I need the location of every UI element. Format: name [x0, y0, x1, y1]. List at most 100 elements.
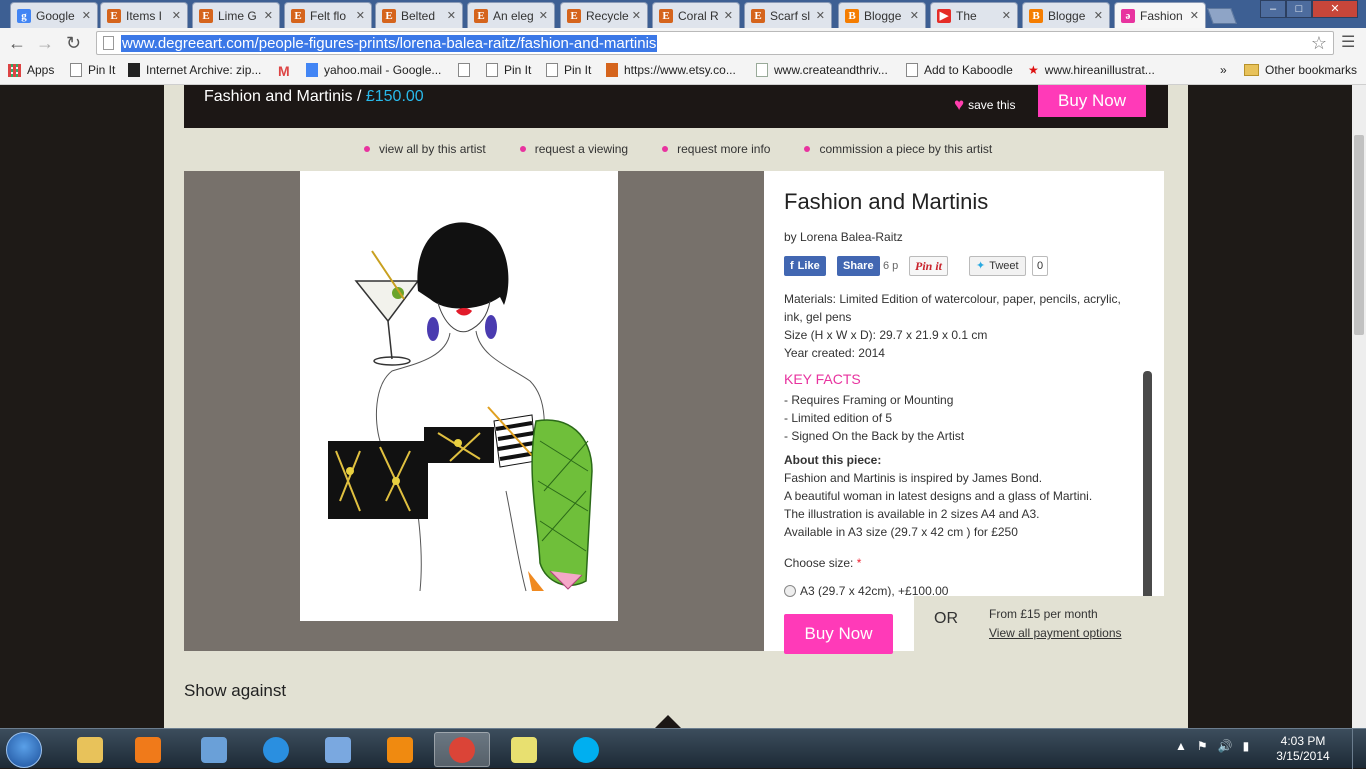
facebook-share-button[interactable]: Share: [837, 256, 880, 276]
browser-tab[interactable]: ə Fashion ✕: [1114, 2, 1206, 28]
view-all-by-artist-link[interactable]: view all by this artist: [364, 142, 486, 156]
browser-tab[interactable]: E Coral R ✕: [652, 2, 740, 28]
forward-icon[interactable]: →: [36, 32, 54, 54]
browser-tab[interactable]: B Blogge ✕: [838, 2, 926, 28]
close-tab-icon[interactable]: ✕: [447, 9, 456, 22]
network-signal-icon[interactable]: ▮: [1243, 739, 1250, 753]
browser-tab[interactable]: E Belted ✕: [375, 2, 463, 28]
other-bookmarks[interactable]: Other bookmarks: [1244, 63, 1357, 77]
product-header-bar: Fashion and Martinis / £150.00 ♥ save thi…: [184, 85, 1168, 128]
browser-tab[interactable]: E Scarf sl ✕: [744, 2, 832, 28]
taskbar-app-chrome[interactable]: [434, 732, 490, 767]
view-payment-options-link[interactable]: View all payment options: [989, 626, 1122, 640]
volume-icon[interactable]: 🔊: [1218, 739, 1233, 753]
monthly-price-text: From £15 per month: [989, 607, 1098, 621]
taskbar-app-skype[interactable]: [558, 732, 614, 767]
scrollbar-thumb[interactable]: [1354, 135, 1364, 335]
facebook-like-button[interactable]: f Like: [784, 256, 826, 276]
close-tab-icon[interactable]: ✕: [816, 9, 825, 22]
close-tab-icon[interactable]: ✕: [724, 9, 733, 22]
clock[interactable]: 4:03 PM 3/15/2014: [1270, 734, 1336, 764]
action-center-icon[interactable]: ⚑: [1197, 739, 1208, 753]
close-tab-icon[interactable]: ✕: [910, 9, 919, 22]
taskbar-app-internet-explorer[interactable]: [248, 732, 304, 767]
artwork-image[interactable]: [300, 171, 618, 621]
close-window-button[interactable]: ✕: [1312, 0, 1358, 18]
show-desktop-button[interactable]: [1352, 729, 1366, 769]
close-tab-icon[interactable]: ✕: [632, 9, 641, 22]
buy-now-button[interactable]: Buy Now: [784, 614, 893, 654]
buy-now-header-button[interactable]: Buy Now: [1038, 85, 1146, 117]
materials-text: Materials: Limited Edition of watercolou…: [784, 292, 1121, 324]
browser-tab[interactable]: B Blogge ✕: [1022, 2, 1110, 28]
browser-tab[interactable]: E Lime G ✕: [192, 2, 280, 28]
close-tab-icon[interactable]: ✕: [1190, 9, 1199, 22]
browser-tab[interactable]: E Recycle ✕: [560, 2, 648, 28]
maximize-button[interactable]: □: [1286, 0, 1312, 18]
request-viewing-link[interactable]: request a viewing: [519, 142, 628, 156]
etsy-icon: E: [199, 8, 213, 23]
etsy-icon: E: [567, 8, 581, 23]
close-tab-icon[interactable]: ✕: [1002, 9, 1011, 22]
browser-tab[interactable]: E An eleg ✕: [467, 2, 555, 28]
file-explorer-icon: [77, 736, 103, 763]
menu-icon[interactable]: ☰: [1341, 32, 1355, 54]
bookmark-etsy[interactable]: https://www.etsy.co...: [606, 63, 736, 77]
reload-icon[interactable]: ↻: [66, 32, 81, 54]
request-more-info-link[interactable]: request more info: [662, 142, 770, 156]
degreeart-icon: ə: [1121, 8, 1135, 23]
commission-piece-link[interactable]: commission a piece by this artist: [804, 142, 992, 156]
taskbar-app-paint[interactable]: [310, 732, 366, 767]
close-tab-icon[interactable]: ✕: [264, 9, 273, 22]
back-icon[interactable]: ←: [8, 32, 26, 54]
heart-icon: ♥: [954, 95, 965, 114]
etsy-icon: E: [474, 8, 488, 23]
taskbar-app-network-computer[interactable]: [186, 732, 242, 767]
google-g-icon: g: [17, 8, 31, 23]
close-tab-icon[interactable]: ✕: [539, 9, 548, 22]
facebook-icon: f: [790, 260, 794, 272]
save-this-button[interactable]: ♥ save this: [954, 95, 1015, 115]
browser-tab[interactable]: E Items I ✕: [100, 2, 188, 28]
taskbar-app-vlc[interactable]: [372, 732, 428, 767]
new-tab-button[interactable]: [1207, 8, 1237, 24]
folder-icon: [1244, 64, 1259, 76]
address-bar[interactable]: www.degreeart.com/people-figures-prints/…: [96, 31, 1334, 55]
radio-button[interactable]: [784, 585, 796, 597]
bookmark-kaboodle[interactable]: Add to Kaboodle: [906, 63, 1013, 77]
bookmark-pin-it-3[interactable]: Pin It: [546, 63, 591, 77]
start-button[interactable]: [6, 732, 42, 768]
tweet-button[interactable]: ✦ Tweet: [969, 256, 1026, 276]
close-tab-icon[interactable]: ✕: [356, 9, 365, 22]
close-tab-icon[interactable]: ✕: [172, 9, 181, 22]
info-panel-scrollbar[interactable]: [1143, 371, 1152, 601]
bookmark-hireanillustrator[interactable]: ★ www.hireanillustrat...: [1028, 63, 1155, 77]
bookmark-createandthrive[interactable]: www.createandthriv...: [756, 63, 888, 77]
taskbar-app-media-player[interactable]: [120, 732, 176, 767]
taskbar-app-sticky-notes[interactable]: [496, 732, 552, 767]
more-bookmarks-chevron[interactable]: »: [1220, 63, 1227, 77]
browser-tab[interactable]: E Felt flo ✕: [284, 2, 372, 28]
close-tab-icon[interactable]: ✕: [1094, 9, 1103, 22]
key-fact-item: - Requires Framing or Mounting: [784, 393, 954, 407]
bookmark-yahoo-mail[interactable]: yahoo.mail - Google...: [306, 63, 441, 77]
taskbar-app-file-explorer[interactable]: [62, 732, 118, 767]
show-hidden-icons-icon[interactable]: ▲: [1175, 739, 1187, 753]
bookmark-star-icon[interactable]: ☆: [1311, 33, 1327, 54]
bookmark-internet-archive[interactable]: Internet Archive: zip...: [128, 63, 261, 77]
bookmark-gmail[interactable]: M: [278, 63, 290, 79]
close-tab-icon[interactable]: ✕: [82, 9, 91, 22]
browser-tab[interactable]: g Google ✕: [10, 2, 98, 28]
bookmark-pin-it[interactable]: Pin It: [70, 63, 115, 77]
artist-by-line[interactable]: by Lorena Balea-Raitz: [784, 230, 903, 244]
choose-size-label: Choose size: *: [784, 556, 862, 570]
page-scrollbar[interactable]: [1352, 85, 1366, 728]
bookmark-apps[interactable]: Apps: [8, 63, 54, 77]
url-text[interactable]: www.degreeart.com/people-figures-prints/…: [121, 35, 658, 52]
bookmark-blank[interactable]: [458, 63, 476, 77]
bookmark-pin-it-2[interactable]: Pin It: [486, 63, 531, 77]
browser-tab[interactable]: ▶ The ✕: [930, 2, 1018, 28]
minimize-button[interactable]: –: [1260, 0, 1286, 18]
artwork-image-panel: [184, 171, 764, 651]
pinterest-pin-button[interactable]: Pin it: [909, 256, 949, 276]
